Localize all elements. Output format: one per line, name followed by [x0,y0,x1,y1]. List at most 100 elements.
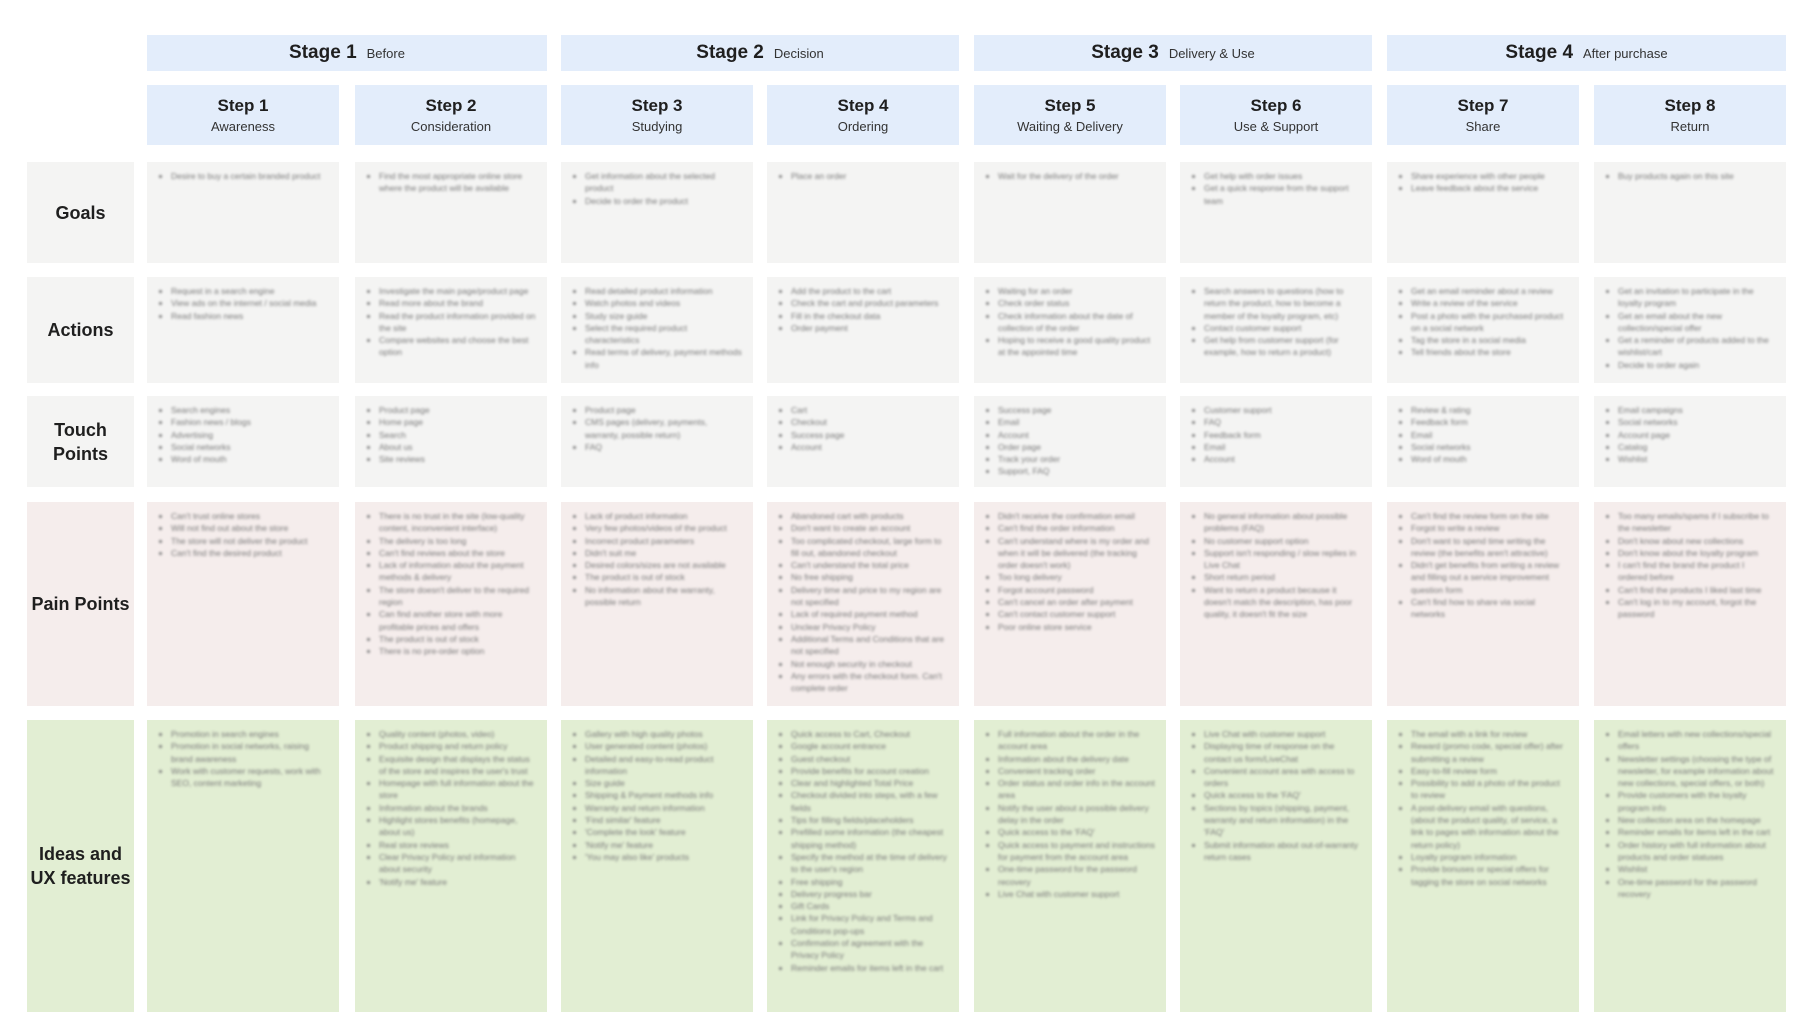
journey-cell: Email campaignsSocial networksAccount pa… [1594,396,1786,487]
step-title: Step 6 [1250,96,1302,115]
stage-title: Stage 4 [1505,42,1574,63]
journey-cell: Product pageCMS pages (delivery, payment… [561,396,753,487]
cell-item: Newsletter settings (choosing the type o… [1618,753,1776,790]
step-header: Step 3 Studying [561,85,753,145]
cell-item: Reward (promo code, special offer) after… [1411,740,1569,765]
cell-item: Submit information about out-of-warranty… [1204,839,1362,864]
cell-item: Can't cancel an order after payment [998,596,1156,608]
cell-item: Link for Privacy Policy and Terms and Co… [791,912,949,937]
cell-item: Reminder emails for items left in the ca… [1618,826,1776,838]
cell-item: Review & rating [1411,404,1569,416]
cell-item: Get help with order issues [1204,170,1362,182]
cell-item: Social networks [1618,416,1776,428]
journey-cell: Share experience with other peopleLeave … [1387,162,1579,263]
cell-item: Compare websites and choose the best opt… [379,334,537,359]
cell-item: No information about the warranty, possi… [585,584,743,609]
step-title: Step 7 [1457,96,1509,115]
cell-item: Get an email about the new collection/sp… [1618,310,1776,335]
cell-item: User generated content (photos) [585,740,743,752]
cell-item: Promotion in search engines [171,728,329,740]
cell-list: Live Chat with customer supportDisplayin… [1192,728,1362,863]
cell-item: There is no pre-order option [379,645,537,657]
cell-item: Convenient account area with access to o… [1204,765,1362,790]
cell-list: Search answers to questions (how to retu… [1192,285,1362,359]
cell-item: Real store reviews [379,839,537,851]
cell-item: Quick access to payment and instructions… [998,839,1156,864]
row-label: Actions [27,277,134,383]
cell-item: Study size guide [585,310,743,322]
cell-item: Request in a search engine [171,285,329,297]
step-subtitle: Studying [631,119,683,134]
cell-item: Lack of product information [585,510,743,522]
step-title: Step 8 [1664,96,1716,115]
cell-item: Forgot account password [998,584,1156,596]
cell-item: Customer support [1204,404,1362,416]
cell-item: 'Notify me' feature [585,839,743,851]
journey-cell: Can't find the review form on the siteFo… [1387,502,1579,706]
cell-item: Find the most appropriate online store w… [379,170,537,195]
journey-cell: Request in a search engineView ads on th… [147,277,339,383]
step-subtitle: Share [1465,119,1501,134]
cell-list: Didn't receive the confirmation emailCan… [986,510,1156,633]
cell-item: Buy products again on this site [1618,170,1776,182]
cell-item: Watch photos and videos [585,297,743,309]
cell-item: Checkout divided into steps, with a few … [791,789,949,814]
cell-item: Email [1411,429,1569,441]
cell-item: Promotion in social networks, raising br… [171,740,329,765]
cell-item: Gift Cards [791,900,949,912]
cell-item: Account [791,441,949,453]
cell-list: Request in a search engineView ads on th… [159,285,329,322]
cell-item: Displaying time of response on the conta… [1204,740,1362,765]
row-label: Pain Points [27,502,134,706]
row-label: Ideas and UX features [27,720,134,1012]
cell-item: Quick access to the 'FAQ' [998,826,1156,838]
cell-item: CMS pages (delivery, payments, warranty,… [585,416,743,441]
cell-list: Quick access to Cart, CheckoutGoogle acc… [779,728,949,974]
stage-header: Stage 2 Decision [561,35,959,71]
cell-item: Feedback form [1411,416,1569,428]
cell-list: There is no trust in the site (low-quali… [367,510,537,658]
cell-list: Find the most appropriate online store w… [367,170,537,195]
stage-title: Stage 2 [696,42,764,63]
cell-item: Didn't suit me [585,547,743,559]
cell-item: Provide bonuses or special offers for ta… [1411,863,1569,888]
cell-item: Write a review of the service [1411,297,1569,309]
cell-item: Gallery with high quality photos [585,728,743,740]
stage-subtitle: Delivery & Use [1168,45,1255,61]
cell-item: 'Complete the look' feature [585,826,743,838]
cell-item: Lack of information about the payment me… [379,559,537,584]
cell-list: Search enginesFashion news / blogsAdvert… [159,404,329,465]
cell-item: Success page [791,429,949,441]
stage-header: Stage 1 Before [147,35,547,71]
journey-cell: Too many emails/spams if I subscribe to … [1594,502,1786,706]
cell-item: Success page [998,404,1156,416]
step-subtitle: Awareness [210,119,276,134]
cell-item: The store doesn't deliver to the require… [379,584,537,609]
cell-item: Can't understand where is my order and w… [998,535,1156,572]
cell-item: Share experience with other people [1411,170,1569,182]
cell-item: FAQ [585,441,743,453]
cell-item: Prefilled some information (the cheapest… [791,826,949,851]
cell-list: The email with a link for reviewReward (… [1399,728,1569,888]
cell-item: Investigate the main page/product page [379,285,537,297]
cell-item: Specify the method at the time of delive… [791,851,949,876]
cell-item: Can find another store with more profita… [379,608,537,633]
stage-title: Stage 3 [1091,42,1159,63]
cell-item: Google account entrance [791,740,949,752]
cell-item: Short return period [1204,571,1362,583]
cell-item: The delivery is too long [379,535,537,547]
cell-item: Provide benefits for account creation [791,765,949,777]
step-subtitle: Use & Support [1233,119,1319,134]
cell-item: Check information about the date of coll… [998,310,1156,335]
cell-item: Delivery progress bar [791,888,949,900]
cell-item: Can't find the products I liked last tim… [1618,584,1776,596]
step-title: Step 5 [1044,96,1096,115]
cell-item: Can't find the order information [998,522,1156,534]
cell-item: Don't know about new collections [1618,535,1776,547]
cell-list: Get information about the selected produ… [573,170,743,207]
cell-item: Can't contact customer support [998,608,1156,620]
cell-item: Any errors with the checkout form. Can't… [791,670,949,695]
journey-cell: Review & ratingFeedback formEmailSocial … [1387,396,1579,487]
cell-item: Can't find the desired product [171,547,329,559]
cell-item: Reminder emails for items left in the ca… [791,962,949,974]
